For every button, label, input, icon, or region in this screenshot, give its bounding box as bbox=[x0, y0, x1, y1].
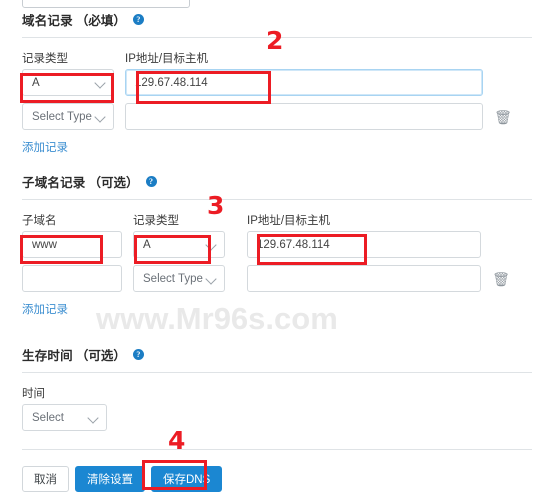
subdomain-col-label-type: 记录类型 bbox=[133, 215, 179, 227]
ttl-select[interactable]: Select bbox=[22, 404, 107, 431]
subdomain-col-label-ip: IP地址/目标主机 bbox=[247, 215, 331, 227]
save-dns-button[interactable]: 保存DNS bbox=[151, 466, 223, 492]
ttl-field-label: 时间 bbox=[22, 388, 45, 400]
ttl-section-optional-tag: （可选） bbox=[75, 348, 126, 363]
trash-icon[interactable]: 🗑 bbox=[492, 103, 514, 130]
ttl-section-title: 生存时间 bbox=[22, 348, 73, 363]
subdomain-name-input-2[interactable] bbox=[22, 265, 122, 292]
chevron-down-icon bbox=[205, 239, 217, 251]
ttl-field-group: 时间 Select bbox=[22, 385, 532, 431]
help-icon[interactable]: ? bbox=[132, 13, 144, 25]
subdomain-ip-input-1-value: 129.67.48.114 bbox=[257, 238, 330, 251]
ttl-section-header: 生存时间 （可选） ? bbox=[22, 345, 532, 363]
subdomain-record-row-1: www A 129.67.48.114 bbox=[22, 231, 532, 258]
domain-type-select-2-value: Select Type bbox=[32, 110, 92, 123]
chevron-down-icon bbox=[94, 77, 106, 89]
subdomain-type-select-2[interactable]: Select Type bbox=[133, 265, 225, 292]
domain-col-label-type: 记录类型 bbox=[22, 53, 68, 65]
chevron-down-icon bbox=[205, 273, 217, 285]
subdomain-section-header: 子域名记录 （可选） ? bbox=[22, 172, 532, 190]
action-buttons: 取消 清除设置 保存DNS bbox=[22, 466, 532, 492]
subdomain-col-label-name: 子域名 bbox=[22, 215, 57, 227]
subdomain-ip-input-1[interactable]: 129.67.48.114 bbox=[247, 231, 481, 258]
domain-ip-input-2[interactable] bbox=[125, 103, 483, 130]
subdomain-record-row-2: Select Type 🗑 bbox=[22, 265, 532, 292]
subdomain-record-section: 子域名记录 （可选） ? 子域名 记录类型 IP地址/目标主机 www A 12… bbox=[22, 172, 532, 317]
domain-type-select-1-value: A bbox=[32, 76, 40, 89]
domain-ip-input-1-value: 129.67.48.114 bbox=[135, 76, 208, 89]
help-icon[interactable]: ? bbox=[145, 175, 157, 187]
top-partial-select[interactable] bbox=[22, 0, 190, 8]
domain-record-row-2: Select Type 🗑 bbox=[22, 103, 532, 130]
trash-icon[interactable]: 🗑 bbox=[490, 265, 512, 292]
domain-type-select-1[interactable]: A bbox=[22, 69, 114, 96]
help-icon[interactable]: ? bbox=[132, 348, 144, 360]
domain-type-select-2[interactable]: Select Type bbox=[22, 103, 114, 130]
subdomain-ip-input-2[interactable] bbox=[247, 265, 481, 292]
subdomain-section-title: 子域名记录 bbox=[22, 175, 86, 190]
subdomain-name-input-1[interactable]: www bbox=[22, 231, 122, 258]
subdomain-name-input-1-value: www bbox=[32, 238, 57, 251]
subdomain-type-select-2-value: Select Type bbox=[143, 272, 203, 285]
clear-settings-button[interactable]: 清除设置 bbox=[75, 466, 145, 492]
domain-ip-input-1[interactable]: 129.67.48.114 bbox=[125, 69, 483, 96]
cancel-button[interactable]: 取消 bbox=[22, 466, 69, 492]
chevron-down-icon bbox=[87, 412, 99, 424]
domain-section-required-tag: （必填） bbox=[75, 13, 126, 28]
subdomain-section-optional-tag: （可选） bbox=[88, 175, 139, 190]
domain-section-title: 域名记录 bbox=[22, 13, 73, 28]
domain-section-header: 域名记录 （必填） ? bbox=[22, 10, 532, 28]
subdomain-type-select-1-value: A bbox=[143, 238, 151, 251]
subdomain-section-divider bbox=[22, 199, 532, 200]
subdomain-add-record-link[interactable]: 添加记录 bbox=[22, 301, 68, 317]
domain-col-label-ip: IP地址/目标主机 bbox=[125, 53, 209, 65]
action-bar: 取消 清除设置 保存DNS bbox=[22, 440, 532, 492]
domain-column-labels: 记录类型 IP地址/目标主机 bbox=[22, 50, 532, 69]
domain-record-section: 域名记录 （必填） ? 记录类型 IP地址/目标主机 A 129.67.48.1… bbox=[22, 10, 532, 155]
subdomain-column-labels: 子域名 记录类型 IP地址/目标主机 bbox=[22, 212, 532, 231]
subdomain-type-select-1[interactable]: A bbox=[133, 231, 225, 258]
ttl-section: 生存时间 （可选） ? 时间 Select bbox=[22, 345, 532, 431]
domain-record-row-1: A 129.67.48.114 bbox=[22, 69, 532, 96]
actions-divider bbox=[22, 449, 532, 450]
domain-add-record-link[interactable]: 添加记录 bbox=[22, 139, 68, 155]
domain-section-divider bbox=[22, 37, 532, 38]
chevron-down-icon bbox=[94, 111, 106, 123]
ttl-section-divider bbox=[22, 372, 532, 373]
ttl-select-value: Select bbox=[32, 411, 64, 424]
